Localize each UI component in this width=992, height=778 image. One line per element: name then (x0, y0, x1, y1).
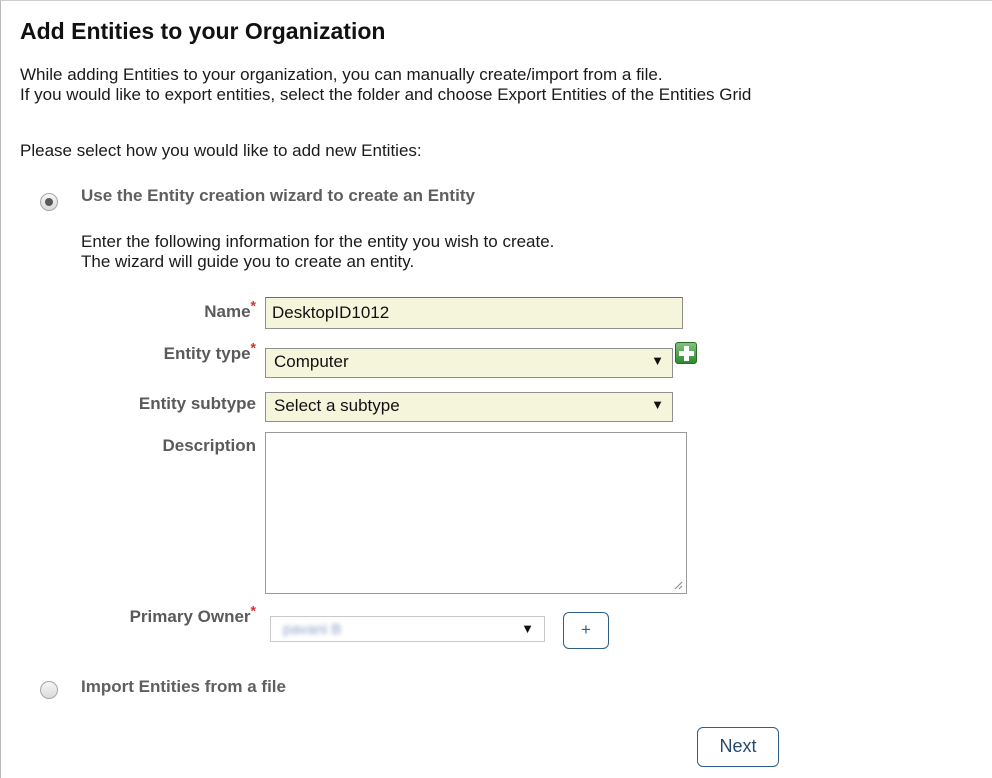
wizard-option-radio[interactable] (40, 193, 58, 211)
name-label-text: Name (204, 302, 251, 321)
entity-subtype-label-text: Entity subtype (138, 394, 256, 413)
description-textarea[interactable] (265, 432, 687, 594)
selection-prompt: Please select how you would like to add … (20, 141, 422, 160)
entity-type-label: Entity type* (96, 340, 256, 364)
next-button[interactable]: Next (697, 727, 779, 767)
chevron-down-icon: ▼ (651, 353, 664, 368)
primary-owner-label: Primary Owner* (96, 603, 256, 627)
add-entity-type-icon[interactable] (675, 342, 697, 364)
required-marker: * (250, 297, 256, 314)
wizard-instruction-line-1: Enter the following information for the … (81, 232, 555, 251)
entity-subtype-select[interactable]: Select a subtype ▼ (265, 392, 673, 422)
wizard-option-label[interactable]: Use the Entity creation wizard to create… (81, 186, 475, 206)
intro-line-2: If you would like to export entities, se… (20, 85, 752, 104)
frame-border-left (0, 0, 1, 778)
frame-border-top (0, 0, 992, 1)
import-option-label[interactable]: Import Entities from a file (81, 677, 286, 697)
primary-owner-label-text: Primary Owner (129, 607, 251, 626)
entity-type-select[interactable]: Computer ▼ (265, 348, 673, 378)
wizard-instructions: Enter the following information for the … (81, 232, 554, 272)
required-marker: * (250, 339, 256, 356)
add-owner-button[interactable]: + (563, 612, 609, 649)
entity-type-label-text: Entity type (163, 344, 251, 363)
description-label-text: Description (162, 436, 256, 455)
resize-grip-icon[interactable] (673, 580, 683, 590)
name-input[interactable] (265, 297, 683, 329)
primary-owner-select[interactable]: pavani B ▼ (270, 616, 545, 642)
entity-subtype-label: Entity subtype (96, 394, 256, 414)
required-marker: * (250, 602, 256, 619)
intro-line-1: While adding Entities to your organizati… (20, 65, 663, 84)
entity-type-value: Computer (274, 352, 349, 371)
chevron-down-icon: ▼ (521, 621, 534, 636)
entity-subtype-value: Select a subtype (274, 396, 400, 415)
chevron-down-icon: ▼ (651, 397, 664, 412)
plus-horizontal-bar (679, 351, 694, 356)
primary-owner-value: pavani B (283, 621, 342, 638)
wizard-instruction-line-2: The wizard will guide you to create an e… (81, 252, 415, 271)
intro-text: While adding Entities to your organizati… (20, 65, 751, 105)
name-label: Name* (96, 298, 256, 322)
description-label: Description (96, 436, 256, 456)
import-option-radio[interactable] (40, 681, 58, 699)
page-title: Add Entities to your Organization (20, 18, 386, 44)
